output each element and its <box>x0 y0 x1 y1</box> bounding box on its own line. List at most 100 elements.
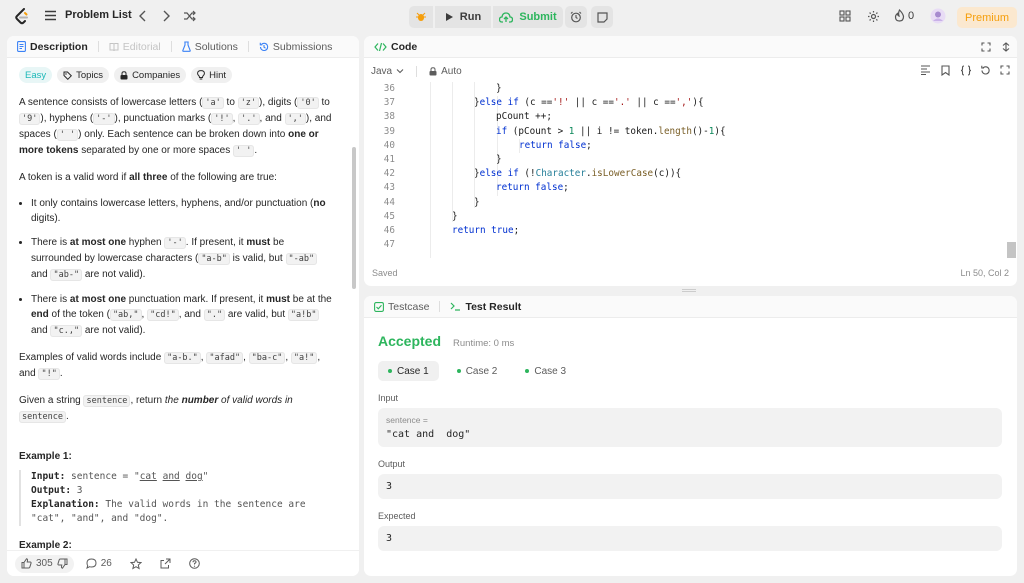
language-label: Java <box>371 65 393 77</box>
terminal-icon <box>451 302 461 311</box>
collapse-icon[interactable] <box>1001 42 1011 52</box>
editor-scrollbar[interactable] <box>1007 242 1016 258</box>
share-button[interactable] <box>154 558 177 569</box>
notes-button[interactable] <box>591 6 613 28</box>
run-submit-group: Run Submit <box>409 6 563 28</box>
description-paragraph: Examples of valid words include "a-b.", … <box>19 352 321 380</box>
run-button[interactable]: Run <box>435 6 491 28</box>
thumbs-down-icon[interactable] <box>57 558 68 569</box>
hint-label: Hint <box>209 69 227 81</box>
tab-description[interactable]: Description <box>17 41 88 53</box>
cloud-upload-icon <box>499 11 514 23</box>
code-line: 36} <box>383 83 502 94</box>
expected-box: 3 <box>378 526 1002 551</box>
result-panel: Testcase Test Result Accepted Runtime: 0… <box>364 296 1017 576</box>
problem-list-label: Problem List <box>65 9 132 21</box>
input-box: sentence = "cat and dog" <box>378 408 1002 447</box>
case-tab-2[interactable]: Case 2 <box>447 361 508 381</box>
premium-button[interactable]: Premium <box>957 7 1017 28</box>
thumbs-up-icon[interactable] <box>21 558 32 569</box>
submit-button[interactable]: Submit <box>493 6 563 28</box>
streak-count: 0 <box>908 9 915 22</box>
auto-mode-label: Auto <box>441 65 462 77</box>
tab-solutions[interactable]: Solutions <box>181 41 238 53</box>
test-result-body: Accepted Runtime: 0 ms Case 1 Case 2 Cas… <box>364 319 1017 551</box>
code-line: 42}else if (!Character.isLowerCase(c)){ <box>383 168 682 180</box>
next-problem-icon[interactable] <box>161 10 171 22</box>
book-icon <box>109 42 119 51</box>
verdict-row: Accepted Runtime: 0 ms <box>378 333 1003 349</box>
list-item: It only contains lowercase letters, hyph… <box>31 196 335 226</box>
fullscreen-icon[interactable] <box>1000 65 1010 75</box>
description-text: A sentence consists of lowercase letters… <box>19 95 335 551</box>
avatar[interactable] <box>930 8 946 24</box>
panel-resize-handle[interactable] <box>682 289 696 292</box>
difficulty-badge: Easy <box>19 67 53 83</box>
editor-toolbar: Java Auto <box>364 60 1017 82</box>
format-icon[interactable] <box>920 65 931 75</box>
settings-gear-icon[interactable] <box>867 10 880 23</box>
language-select[interactable]: Java <box>371 66 404 77</box>
topics-chip[interactable]: Topics <box>57 67 110 83</box>
companies-chip[interactable]: Companies <box>114 67 187 83</box>
favorite-button[interactable] <box>124 557 148 570</box>
output-value: 3 <box>386 481 393 492</box>
code-title: Code <box>391 40 418 53</box>
star-icon <box>129 557 142 570</box>
rules-list: It only contains lowercase letters, hyph… <box>31 196 335 339</box>
layout-grid-icon[interactable] <box>839 10 851 22</box>
chevron-down-icon <box>396 69 404 74</box>
description-scrollbar[interactable] <box>352 147 356 289</box>
tab-editorial[interactable]: Editorial <box>109 41 161 53</box>
run-label: Run <box>459 11 482 23</box>
help-button[interactable] <box>183 558 206 569</box>
code-editor[interactable]: 36} 37}else if (c =='!' || c =='.' || c … <box>364 82 1017 258</box>
problem-list-link[interactable]: Problem List <box>44 9 132 21</box>
code-line: 41} <box>383 154 502 165</box>
like-dislike-group: 305 <box>15 554 74 573</box>
leetcode-logo-icon[interactable] <box>14 8 30 26</box>
timer-button[interactable] <box>565 6 587 28</box>
verdict: Accepted <box>378 333 442 349</box>
code-line: 45} <box>383 210 458 222</box>
code-header: Code <box>364 36 1017 58</box>
note-icon <box>596 11 608 23</box>
braces-icon[interactable] <box>960 65 972 76</box>
streak-counter[interactable]: 0 <box>894 9 914 22</box>
comments-button[interactable]: 26 <box>80 558 118 569</box>
case-tab-1[interactable]: Case 1 <box>378 361 439 381</box>
description-paragraph: Given a string sentence, return the numb… <box>19 395 293 423</box>
debug-button[interactable] <box>409 6 433 28</box>
top-bar: Problem List Run Submit 0 Premium <box>0 0 1024 34</box>
companies-label: Companies <box>132 69 181 81</box>
alarm-clock-icon <box>570 11 582 23</box>
tab-submissions[interactable]: Submissions <box>259 40 333 53</box>
tab-testcase[interactable]: Testcase <box>374 301 429 313</box>
bug-icon <box>416 12 426 21</box>
checkbox-icon <box>374 301 384 312</box>
prev-problem-icon[interactable] <box>138 10 148 22</box>
tab-divider <box>97 41 99 52</box>
description-actions: 305 26 <box>7 550 359 576</box>
reset-icon[interactable] <box>980 65 991 76</box>
tab-code[interactable]: Code <box>374 41 417 53</box>
tab-submissions-label: Submissions <box>272 40 333 53</box>
flask-icon <box>181 41 191 52</box>
auto-mode[interactable]: Auto <box>429 66 462 77</box>
problem-description: Easy Topics Companies Hint A sentence co… <box>7 59 347 551</box>
like-count: 305 <box>36 558 53 569</box>
case-tab-3[interactable]: Case 3 <box>515 361 576 381</box>
code-line: 38 pCount ++; <box>383 111 552 123</box>
tag-icon <box>63 71 73 80</box>
code-brackets-icon <box>374 42 387 51</box>
hint-chip[interactable]: Hint <box>191 67 233 83</box>
maximize-icon[interactable] <box>981 42 991 52</box>
bookmark-icon[interactable] <box>941 65 950 76</box>
example-1-title: Example 1: <box>19 451 72 462</box>
pass-dot <box>525 369 530 373</box>
list-item: There is at most one punctuation mark. I… <box>31 292 335 339</box>
pass-dot <box>456 369 461 373</box>
tab-test-result[interactable]: Test Result <box>450 301 521 313</box>
shuffle-icon[interactable] <box>183 10 196 22</box>
fire-icon <box>894 9 905 22</box>
